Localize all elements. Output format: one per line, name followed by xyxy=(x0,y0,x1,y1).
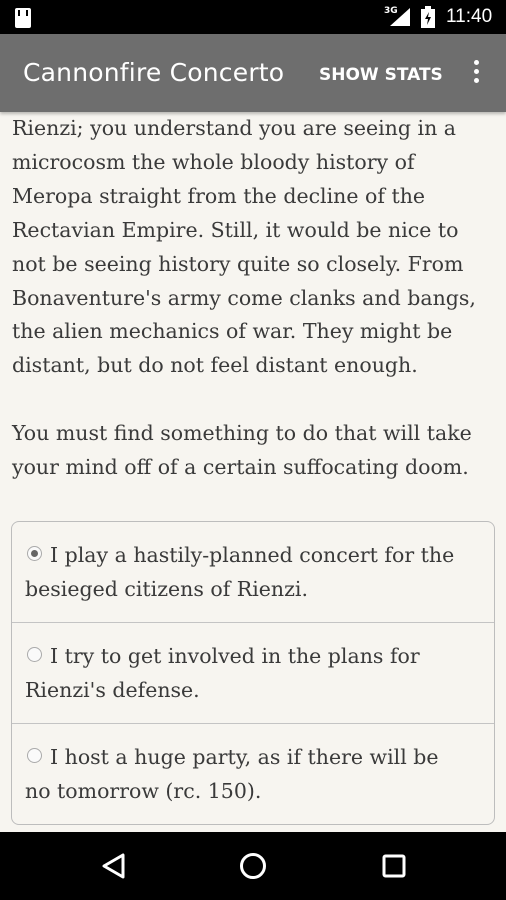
story-line: distant, but do not feel distant enough. xyxy=(12,353,418,378)
story-line: microcosm the whole bloody history of xyxy=(12,149,415,174)
choice-option-party[interactable]: I host a huge party, as if there will be… xyxy=(12,724,494,824)
choice-label-line: I host a huge party, as if there will be xyxy=(50,745,439,769)
more-vert-icon[interactable] xyxy=(466,60,486,88)
recents-icon[interactable] xyxy=(382,854,406,878)
story-line: Rectavian Empire. Still, it would be nic… xyxy=(12,217,459,242)
story-line: Meropa straight from the decline of the xyxy=(12,183,426,208)
story-line: Rienzi; you understand you are seeing in… xyxy=(12,116,457,140)
radio-button[interactable] xyxy=(27,647,42,662)
choice-option-defense[interactable]: I try to get involved in the plans for R… xyxy=(12,623,494,724)
story-paragraph: You must find something to do that will … xyxy=(12,417,496,485)
show-stats-button[interactable]: SHOW STATS xyxy=(319,65,443,85)
choice-label-line: I play a hastily-planned concert for the xyxy=(50,543,455,567)
choice-list: I play a hastily-planned concert for the… xyxy=(11,521,495,825)
home-icon[interactable] xyxy=(238,851,268,881)
sim-card-icon xyxy=(15,8,31,28)
story-line: Bonaventure's army come clanks and bangs… xyxy=(12,285,476,310)
app-title: Cannonfire Concerto xyxy=(23,58,285,87)
choice-label-line: I try to get involved in the plans for xyxy=(50,644,420,668)
navigation-bar xyxy=(0,832,506,900)
choice-label-line: besieged citizens of Rienzi. xyxy=(25,577,309,601)
radio-button[interactable] xyxy=(27,748,42,763)
back-icon[interactable] xyxy=(101,852,127,880)
choice-label-line: no tomorrow (rc. 150). xyxy=(25,779,262,803)
signal-icon xyxy=(390,8,410,26)
choice-label-line: Rienzi's defense. xyxy=(25,678,200,702)
radio-button-selected[interactable] xyxy=(27,546,42,561)
status-bar: 3G 11:40 xyxy=(0,0,506,34)
story-paragraph: Rienzi; you understand you are seeing in… xyxy=(12,112,496,383)
story-line: not be seeing history quite so closely. … xyxy=(12,251,464,276)
battery-icon xyxy=(421,6,435,28)
choice-option-concert[interactable]: I play a hastily-planned concert for the… xyxy=(12,522,494,623)
story-content: Rienzi; you understand you are seeing in… xyxy=(12,112,496,485)
story-line: the alien mechanics of war. They might b… xyxy=(12,319,453,344)
story-line: your mind off of a certain suffocating d… xyxy=(12,455,469,480)
app-bar: Cannonfire Concerto SHOW STATS xyxy=(0,34,506,112)
story-line: You must find something to do that will … xyxy=(12,421,472,446)
clock: 11:40 xyxy=(446,6,493,27)
